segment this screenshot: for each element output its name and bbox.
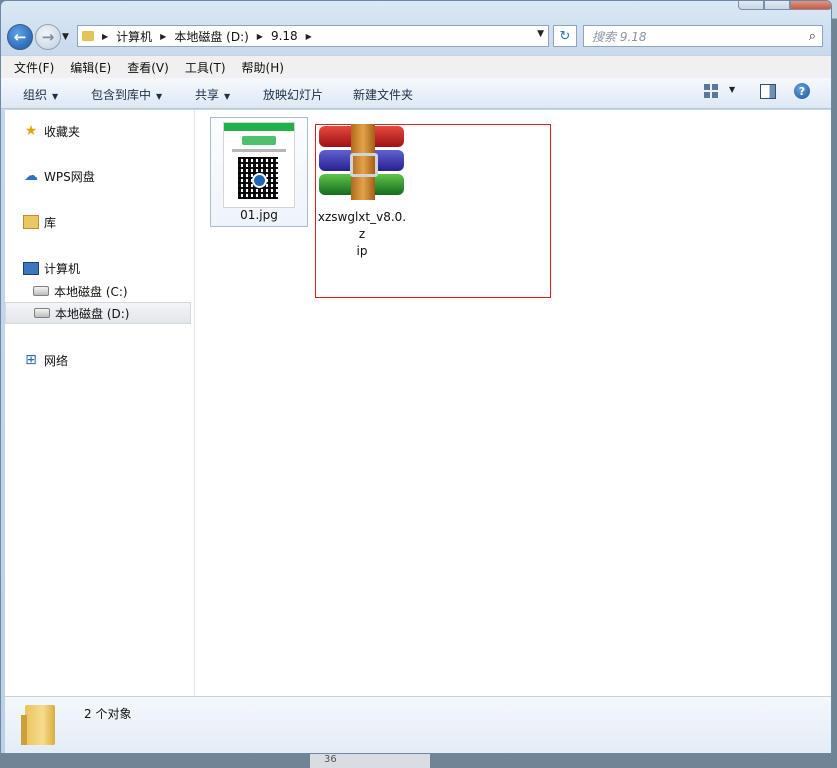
refresh-icon: ↻: [559, 28, 571, 44]
image-thumbnail: [223, 122, 295, 208]
background-fragment: 36: [310, 752, 430, 768]
address-bar[interactable]: ▶ 计算机 ▶ 本地磁盘 (D:) ▶ 9.18 ▶ ▼: [77, 25, 549, 47]
file-list-pane: 01.jpg xzswglxt_v8.0.z ip: [195, 110, 831, 696]
file-name: xzswglxt_v8.0.z ip: [317, 210, 407, 258]
minimize-button[interactable]: [738, 1, 764, 10]
sidebar-item-drive-d[interactable]: 本地磁盘 (D:): [5, 302, 191, 324]
chevron-down-icon: ▼: [52, 92, 59, 101]
archive-icon: [319, 124, 404, 200]
sidebar-item-library[interactable]: 库: [23, 211, 56, 233]
close-button[interactable]: [790, 1, 831, 10]
forward-button[interactable]: →: [35, 24, 61, 50]
maximize-button[interactable]: [764, 1, 790, 10]
library-icon: [23, 215, 39, 229]
menu-bar: 文件(F) 编辑(E) 查看(V) 工具(T) 帮助(H): [1, 55, 831, 78]
change-view-icon[interactable]: [704, 84, 718, 98]
arrow-right-icon: →: [41, 28, 55, 46]
file-item-image[interactable]: 01.jpg: [210, 117, 308, 227]
slideshow-button[interactable]: 放映幻灯片: [263, 86, 323, 103]
recent-pages-button[interactable]: ▼: [62, 32, 69, 42]
window-controls: [738, 1, 831, 10]
address-dropdown-icon[interactable]: ▼: [537, 29, 544, 39]
folder-icon: [21, 705, 55, 745]
breadcrumb-computer[interactable]: 计算机: [116, 28, 152, 45]
sidebar-item-drive-c[interactable]: 本地磁盘 (C:): [33, 280, 128, 302]
details-pane: 2 个对象: [5, 696, 831, 753]
help-icon[interactable]: ?: [794, 83, 810, 99]
search-input[interactable]: 搜索 9.18: [592, 28, 809, 45]
computer-icon: [23, 261, 39, 275]
sidebar-item-wps-cloud[interactable]: ☁ WPS网盘: [23, 165, 95, 187]
file-name: 01.jpg: [240, 208, 278, 222]
navigation-bar: ← → ▼ ▶ 计算机 ▶ 本地磁盘 (D:) ▶ 9.18 ▶ ▼ ↻ 搜索 …: [1, 21, 831, 51]
search-box[interactable]: 搜索 9.18 ⌕: [583, 25, 823, 47]
chevron-down-icon: ▼: [156, 92, 163, 101]
breadcrumb-drive-d[interactable]: 本地磁盘 (D:): [174, 28, 248, 45]
include-in-library-button[interactable]: 包含到库中 ▼: [91, 86, 162, 103]
chevron-right-icon[interactable]: ▶: [306, 32, 312, 41]
refresh-button[interactable]: ↻: [553, 25, 577, 47]
search-icon[interactable]: ⌕: [809, 29, 816, 44]
menu-edit[interactable]: 编辑(E): [70, 59, 111, 76]
organize-button[interactable]: 组织 ▼: [23, 86, 58, 103]
sidebar-item-network[interactable]: ⊞ 网络: [23, 349, 68, 371]
cloud-icon: ☁: [24, 168, 38, 184]
breadcrumb-folder[interactable]: 9.18: [271, 29, 298, 43]
sidebar-item-favorites[interactable]: ★ 收藏夹: [23, 120, 80, 142]
file-item-archive[interactable]: xzswglxt_v8.0.z ip: [315, 124, 551, 298]
explorer-window: ← → ▼ ▶ 计算机 ▶ 本地磁盘 (D:) ▶ 9.18 ▶ ▼ ↻ 搜索 …: [0, 0, 832, 754]
share-button[interactable]: 共享 ▼: [195, 86, 230, 103]
chevron-right-icon[interactable]: ▶: [102, 32, 108, 41]
new-folder-button[interactable]: 新建文件夹: [353, 86, 413, 103]
menu-tools[interactable]: 工具(T): [185, 59, 226, 76]
chevron-down-icon: ▼: [224, 92, 231, 101]
menu-view[interactable]: 查看(V): [127, 59, 169, 76]
view-options-dropdown[interactable]: ▼: [729, 85, 735, 94]
network-icon: ⊞: [25, 352, 37, 368]
arrow-left-icon: ←: [13, 28, 27, 46]
star-icon: ★: [24, 123, 38, 139]
command-bar: 组织 ▼ 包含到库中 ▼ 共享 ▼ 放映幻灯片 新建文件夹 ▼ ?: [1, 78, 831, 109]
preview-pane-icon[interactable]: [760, 84, 776, 99]
menu-file[interactable]: 文件(F): [14, 59, 54, 76]
chevron-right-icon[interactable]: ▶: [160, 32, 166, 41]
chevron-right-icon[interactable]: ▶: [257, 32, 263, 41]
navigation-pane: ★ 收藏夹 ☁ WPS网盘 库 计算机 本地磁盘 (C:) 本地磁盘 (D:) …: [5, 110, 195, 696]
sidebar-item-computer[interactable]: 计算机: [23, 257, 80, 279]
item-count: 2 个对象: [84, 707, 132, 721]
folder-icon: [82, 31, 94, 41]
system-drive-icon: [33, 286, 49, 296]
drive-icon: [34, 308, 50, 318]
menu-help[interactable]: 帮助(H): [242, 59, 284, 76]
back-button[interactable]: ←: [7, 24, 33, 50]
